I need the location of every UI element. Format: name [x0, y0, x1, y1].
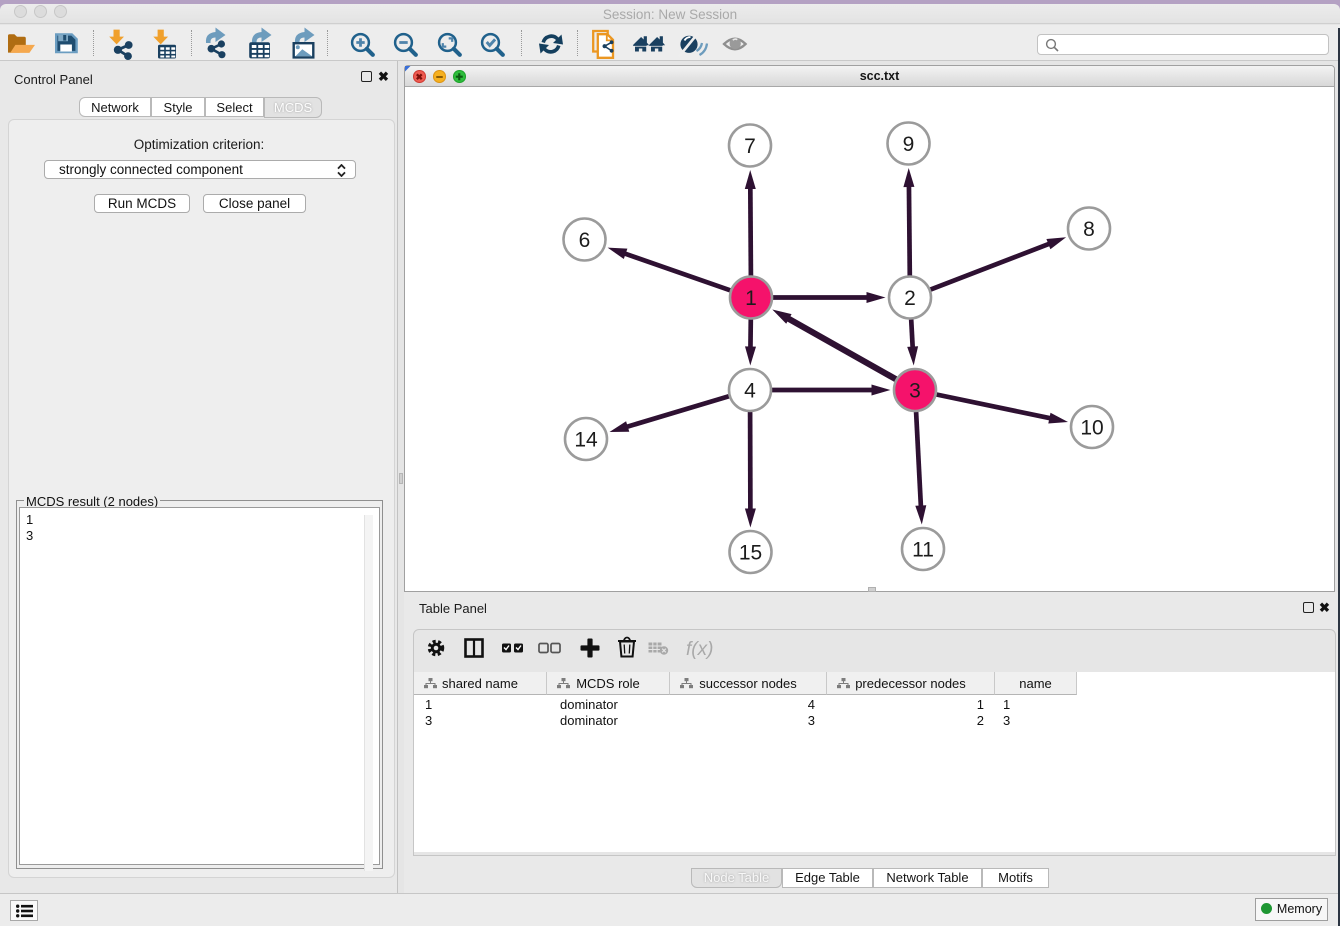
svg-text:11: 11	[912, 538, 934, 561]
svg-text:f(x): f(x)	[686, 639, 713, 660]
svg-text:6: 6	[579, 229, 591, 252]
svg-text:3: 3	[909, 379, 921, 402]
svg-text:8: 8	[1083, 218, 1095, 241]
svg-text:10: 10	[1080, 416, 1103, 439]
svg-text:9: 9	[903, 133, 915, 156]
svg-text:14: 14	[574, 428, 598, 451]
svg-text:7: 7	[744, 135, 756, 158]
svg-text:4: 4	[744, 379, 756, 402]
svg-text:15: 15	[739, 541, 762, 564]
svg-text:2: 2	[904, 287, 916, 310]
svg-text:1: 1	[745, 287, 757, 310]
